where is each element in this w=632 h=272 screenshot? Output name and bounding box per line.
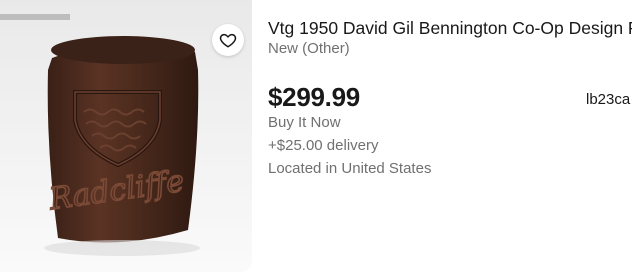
item-condition: New (Other) bbox=[268, 40, 350, 57]
seller-name[interactable]: lb23ca bbox=[586, 91, 630, 108]
listing-details: Vtg 1950 David Gil Bennington Co-Op Desi… bbox=[268, 0, 632, 272]
buying-format: Buy It Now bbox=[268, 114, 341, 131]
item-location: Located in United States bbox=[268, 160, 432, 177]
delivery-cost: +$25.00 delivery bbox=[268, 137, 379, 154]
listing-title-link[interactable]: Vtg 1950 David Gil Bennington Co-Op Desi… bbox=[268, 17, 632, 39]
item-price: $299.99 bbox=[268, 82, 360, 112]
heart-icon bbox=[219, 33, 237, 48]
favorite-button[interactable] bbox=[212, 24, 244, 56]
listing-image[interactable]: Radcliffe bbox=[0, 0, 252, 272]
